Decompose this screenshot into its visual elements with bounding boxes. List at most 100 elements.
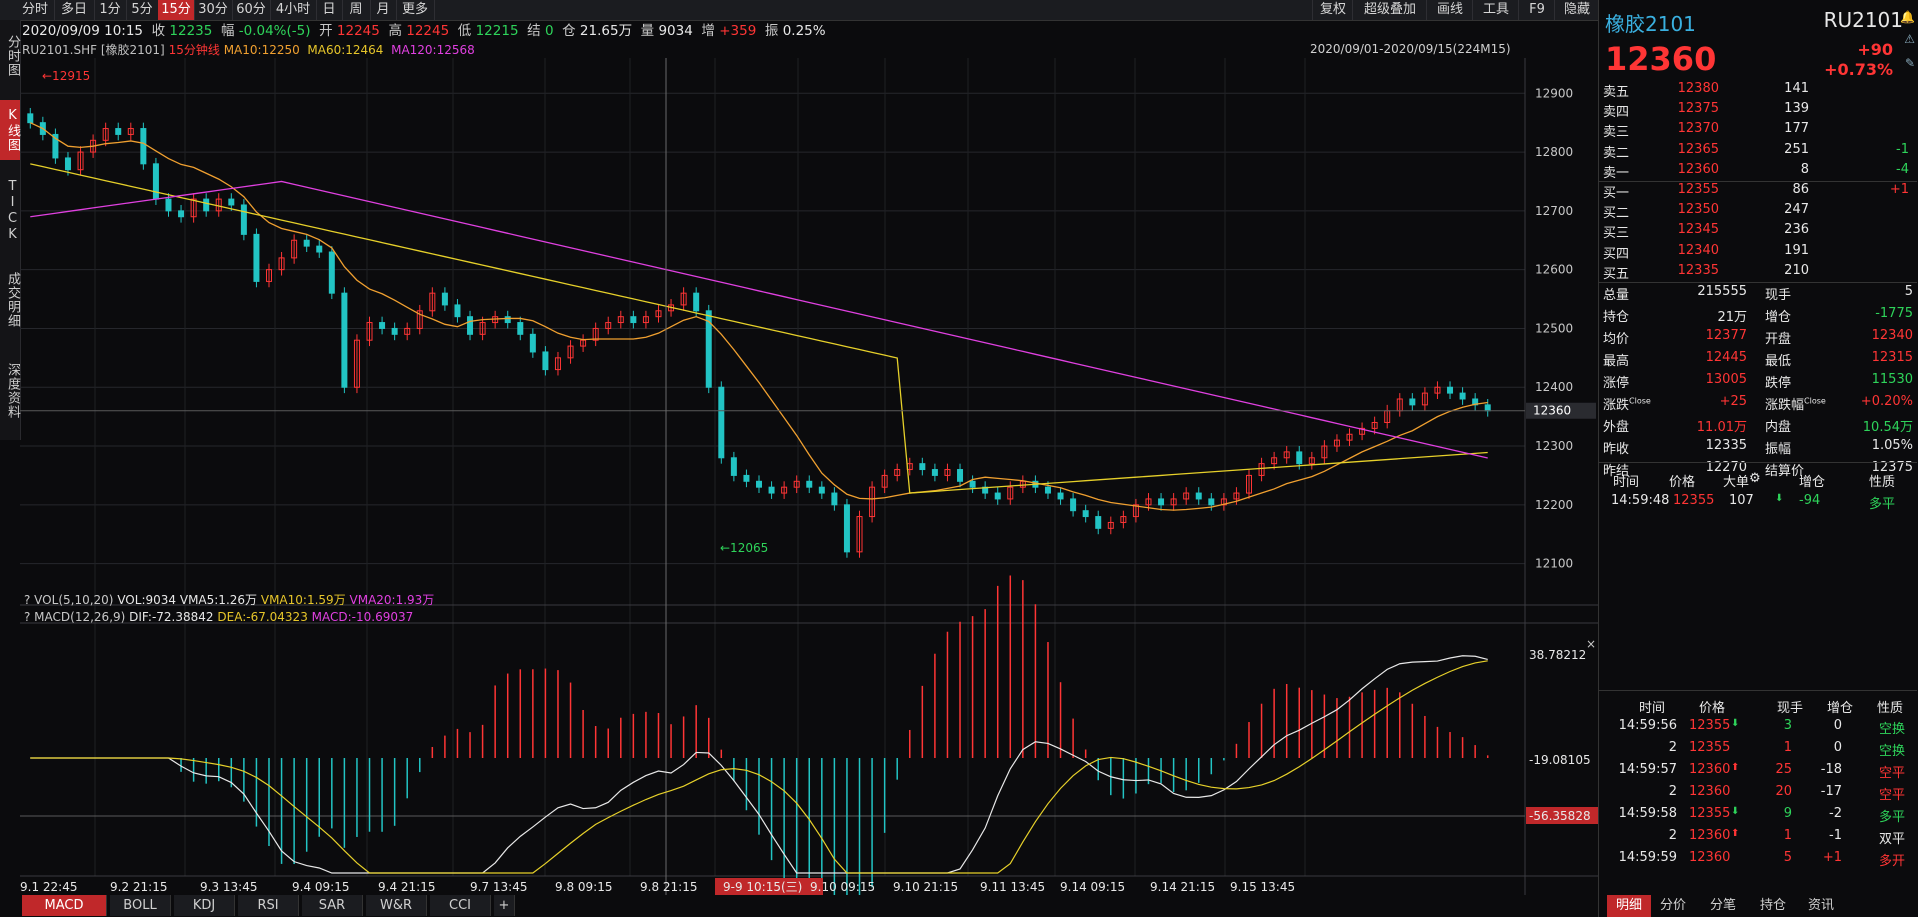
- add-indicator-icon[interactable]: +: [494, 895, 515, 916]
- x-label-12: 9.14 09:15: [1060, 880, 1125, 894]
- ask-row-4: 卖一 12360 8 -4: [1599, 161, 1917, 181]
- x-label-2: 9.3 13:45: [200, 880, 257, 894]
- tick-cell: ⬇: [1731, 806, 1740, 817]
- tick-cell: 14:59:56: [1618, 718, 1677, 733]
- tool-button-5[interactable]: 隐藏: [1554, 0, 1599, 20]
- view-tab-0[interactable]: 分时图: [0, 26, 20, 86]
- quote-settle: 0: [544, 23, 554, 39]
- period-4[interactable]: 15分: [158, 0, 195, 20]
- indicator-tab-2[interactable]: KDJ: [174, 895, 235, 916]
- x-label-5: 9.7 13:45: [470, 880, 527, 894]
- view-tab-3[interactable]: 成交明细: [0, 260, 20, 340]
- period-2[interactable]: 1分: [94, 0, 127, 20]
- period-10[interactable]: 月: [370, 0, 397, 20]
- detail-tab-2[interactable]: 分笔: [1701, 895, 1745, 917]
- candle-body-74: [957, 469, 964, 482]
- period-7[interactable]: 4小时: [270, 0, 317, 20]
- detail-tab-0[interactable]: 明细: [1607, 895, 1651, 917]
- candle-body-11: [165, 198, 172, 212]
- vol-legend: ? VOL(5,10,20) VOL:9034 VMA5:1.26万 VMA10…: [24, 593, 434, 607]
- indicator-tab-0[interactable]: MACD: [22, 895, 107, 916]
- macd-tick-0: 38.78212: [1529, 648, 1586, 662]
- detail-tab-1[interactable]: 分价: [1651, 895, 1695, 917]
- ob-cell: 买四: [1603, 246, 1630, 262]
- tick-col: 性质: [1877, 701, 1904, 716]
- candle-body-82: [1057, 492, 1064, 500]
- tick-cell: 12355: [1689, 718, 1731, 733]
- view-tab-1[interactable]: K线图: [0, 100, 20, 160]
- stat-row-2: 均价 12377 开盘 12340: [1599, 327, 1917, 347]
- tick-cell: 1: [1783, 740, 1792, 755]
- ob-cell: 236: [1784, 222, 1809, 238]
- indicator-tab-5[interactable]: W&R: [366, 895, 427, 916]
- alert-icon[interactable]: ⚠: [1904, 32, 1915, 46]
- tick-cell: -2: [1829, 806, 1842, 821]
- ob-cell: 12350: [1677, 202, 1719, 218]
- period-8[interactable]: 日: [316, 0, 343, 20]
- tick-cell: 0: [1833, 740, 1842, 755]
- view-tab-4[interactable]: 深度资料: [0, 356, 20, 426]
- stat-cell: 增仓: [1765, 310, 1792, 325]
- indicator-tab-6[interactable]: CCI: [430, 895, 491, 916]
- view-tab-2[interactable]: TICK: [0, 176, 20, 246]
- candle-body-41: [542, 351, 549, 371]
- settings-icon[interactable]: ⚙: [1749, 471, 1761, 486]
- period-11[interactable]: 更多: [396, 0, 435, 20]
- stat-cell: 涨跌Close: [1603, 396, 1651, 413]
- candle-body-55: [718, 386, 725, 459]
- candle-body-12: [178, 210, 185, 218]
- quote-vol: 9034: [658, 23, 693, 39]
- price-tick-8: 12100: [1535, 557, 1573, 571]
- macd-tick-1: -19.08105: [1529, 753, 1591, 767]
- tool-button-0[interactable]: 复权: [1312, 0, 1353, 20]
- period-9[interactable]: 周: [342, 0, 371, 20]
- candle-body-85: [1095, 516, 1102, 529]
- period-5[interactable]: 30分: [194, 0, 233, 20]
- stat-cell: 振幅: [1765, 442, 1792, 457]
- x-label-14: 9.15 13:45: [1230, 880, 1295, 894]
- ob-cell: 177: [1784, 121, 1809, 137]
- indicator-tab-4[interactable]: SAR: [302, 895, 363, 916]
- big-order-col: 大单: [1723, 475, 1750, 490]
- tool-button-4[interactable]: F9: [1518, 0, 1555, 20]
- legend-ma10: MA10:12250: [223, 43, 300, 57]
- tick-cell: 12360: [1689, 828, 1731, 843]
- edit-icon[interactable]: ✎: [1905, 56, 1915, 70]
- tool-button-1[interactable]: 超级叠加: [1352, 0, 1427, 20]
- detail-tab-4[interactable]: 资讯: [1799, 895, 1843, 917]
- detail-tab-3[interactable]: 持仓: [1751, 895, 1795, 917]
- bell-icon[interactable]: 🔔: [1900, 10, 1915, 24]
- stat-row-1: 持仓 21万 增仓 -1775: [1599, 305, 1917, 325]
- tick-cell: 空换: [1879, 722, 1906, 737]
- stat-cell: 11530: [1871, 372, 1913, 387]
- candle-body-56: [730, 457, 737, 476]
- quote-amp: 0.25%: [782, 23, 826, 39]
- ob-cell: 12365: [1677, 141, 1719, 157]
- stat-row-4: 涨停 13005 跌停 11530: [1599, 371, 1917, 391]
- candle-body-16: [228, 198, 235, 206]
- kline-chart[interactable]: 12900 12800 12700 12600 12500 12400 12300 12200…: [20, 58, 1598, 895]
- big-order-header: 时间 价格 大单 增仓 性质 ⚙: [1599, 470, 1917, 490]
- big-order-cell: -94: [1799, 493, 1821, 508]
- stat-cell: +0.20%: [1860, 394, 1913, 409]
- candle-body-114: [1459, 392, 1466, 400]
- stat-cell: 昨收: [1603, 442, 1630, 457]
- period-6[interactable]: 60分: [232, 0, 271, 20]
- period-0[interactable]: 分时: [16, 0, 55, 20]
- ob-cell: -1: [1896, 141, 1909, 157]
- candle-body-17: [240, 204, 247, 235]
- period-3[interactable]: 5分: [126, 0, 159, 20]
- indicator-tab-1[interactable]: BOLL: [110, 895, 171, 916]
- tool-button-3[interactable]: 工具: [1472, 0, 1519, 20]
- indicator-tab-3[interactable]: RSI: [238, 895, 299, 916]
- price-tick-1: 12800: [1535, 145, 1573, 159]
- candle-body-39: [517, 322, 524, 335]
- book-divider: [1599, 462, 1917, 463]
- ob-cell: 12380: [1677, 81, 1719, 96]
- period-1[interactable]: 多日: [54, 0, 95, 20]
- change-percent: +0.73%: [1824, 60, 1893, 79]
- ob-cell: 12370: [1677, 121, 1719, 137]
- x-label-8: 9-9 10:15(三): [723, 880, 802, 894]
- stat-row-7: 昨收 12335 振幅 1.05%: [1599, 437, 1917, 457]
- tool-button-2[interactable]: 画线: [1426, 0, 1473, 20]
